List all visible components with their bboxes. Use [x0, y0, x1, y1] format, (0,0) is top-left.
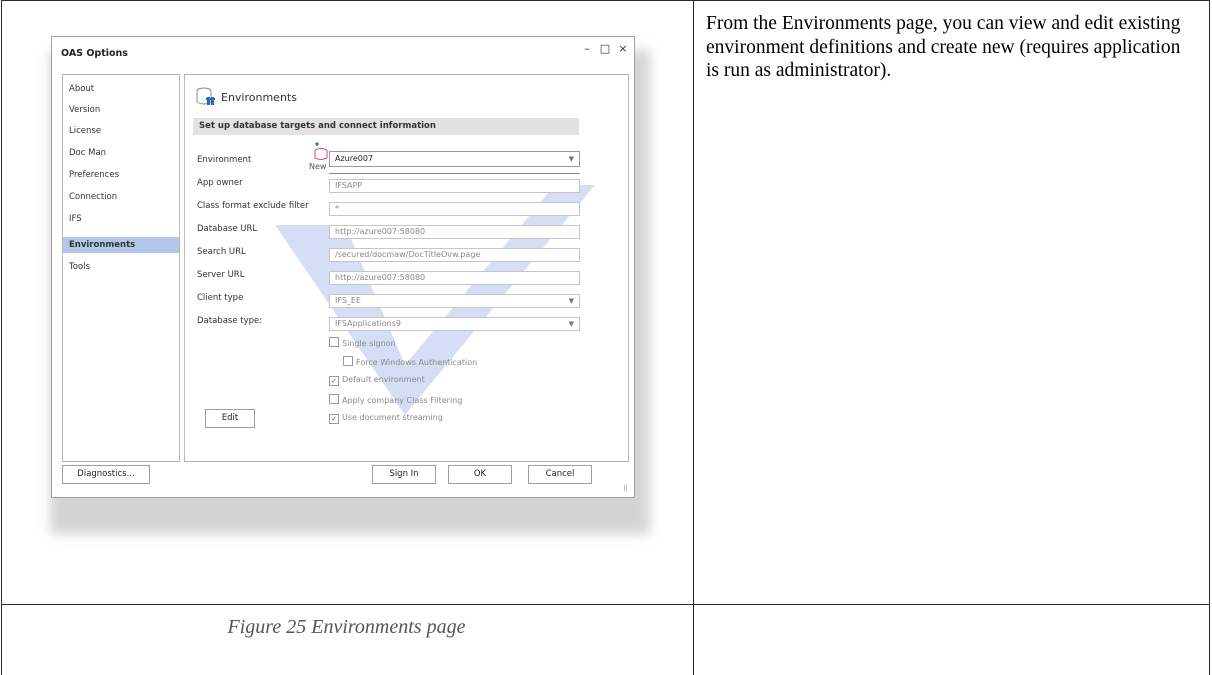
table-divider-horizontal — [1, 604, 1210, 605]
table-border-left — [1, 0, 2, 675]
nav-item-about[interactable]: About — [63, 81, 179, 97]
nav-item-environments[interactable]: Environments — [63, 237, 179, 253]
nav-item-version[interactable]: Version — [63, 102, 179, 118]
client-type-select[interactable]: IFS_EE ▼ — [329, 294, 580, 308]
single-signon-label: Single signon — [342, 339, 396, 348]
resize-grip-icon[interactable]: ⠿ — [623, 485, 628, 493]
checkbox-box — [329, 394, 339, 404]
description-text: From the Environments page, you can view… — [706, 13, 1181, 81]
apply-class-filtering-checkbox[interactable]: Apply company Class Filtering — [329, 394, 462, 405]
options-nav: About Version License Doc Man Preference… — [62, 74, 180, 462]
search-url-field[interactable]: /secured/docmaw/DocTitleOvw.page — [329, 248, 580, 262]
apply-class-filtering-label: Apply company Class Filtering — [342, 396, 463, 405]
database-type-label: Database type: — [197, 316, 263, 326]
database-url-field[interactable]: http://azure007:58080 — [329, 225, 580, 239]
sign-in-button[interactable]: Sign In — [372, 465, 436, 484]
close-button[interactable]: × — [616, 42, 630, 55]
checkbox-box — [329, 337, 339, 347]
force-windows-auth-label: Force Windows Authentication — [356, 358, 478, 367]
cancel-button[interactable]: Cancel — [528, 465, 592, 484]
checkbox-box — [343, 356, 353, 366]
search-url-label: Search URL — [197, 247, 246, 257]
new-environment-icon[interactable] — [311, 142, 329, 162]
dialog-screenshot: OAS Options – □ × About Version License … — [36, 36, 652, 536]
minimize-button[interactable]: – — [580, 42, 594, 55]
nav-item-preferences[interactable]: Preferences — [63, 167, 179, 183]
chevron-down-icon: ▼ — [568, 297, 574, 305]
table-border-top — [1, 0, 1210, 1]
panel-title: Environments — [221, 91, 297, 104]
environment-select-value: Azure007 — [335, 154, 374, 163]
database-type-select[interactable]: IFSApplications9 ▼ — [329, 317, 580, 331]
maximize-button[interactable]: □ — [598, 42, 612, 55]
database-settings-icon — [196, 87, 215, 105]
document-streaming-checkbox[interactable]: ✓ Use document streaming — [329, 413, 443, 424]
server-url-field[interactable]: http://azure007:58080 — [329, 271, 580, 285]
default-environment-label: Default environment — [342, 375, 425, 384]
chevron-down-icon: ▼ — [568, 155, 574, 163]
nav-item-tools[interactable]: Tools — [63, 259, 179, 275]
class-format-label: Class format exclude filter — [197, 201, 309, 211]
environment-underline — [329, 173, 580, 174]
edit-button[interactable]: Edit — [205, 409, 255, 428]
environments-panel: Environments Set up database targets and… — [184, 74, 629, 462]
nav-item-connection[interactable]: Connection — [63, 189, 179, 205]
app-owner-field[interactable]: IFSAPP — [329, 179, 580, 193]
new-label[interactable]: New — [309, 162, 326, 171]
default-environment-checkbox[interactable]: ✓ Default environment — [329, 375, 425, 386]
oas-options-dialog: OAS Options – □ × About Version License … — [51, 36, 635, 498]
environment-select[interactable]: Azure007 ▼ — [329, 151, 580, 167]
class-format-field[interactable]: * — [329, 202, 580, 216]
nav-item-doc-man[interactable]: Doc Man — [63, 145, 179, 161]
database-url-label: Database URL — [197, 224, 258, 234]
app-owner-label: App owner — [197, 178, 243, 188]
document-streaming-label: Use document streaming — [342, 413, 443, 422]
checkmark-icon: ✓ — [329, 414, 339, 424]
client-type-value: IFS_EE — [335, 296, 362, 305]
ok-button[interactable]: OK — [448, 465, 512, 484]
force-windows-auth-checkbox[interactable]: Force Windows Authentication — [343, 356, 477, 367]
nav-item-ifs[interactable]: IFS — [63, 211, 179, 227]
client-type-label: Client type — [197, 293, 244, 303]
chevron-down-icon: ▼ — [568, 320, 574, 328]
environment-label: Environment — [197, 155, 252, 165]
single-signon-checkbox[interactable]: Single signon — [329, 337, 396, 348]
server-url-label: Server URL — [197, 270, 245, 280]
checkmark-icon: ✓ — [329, 376, 339, 386]
panel-subheader: Set up database targets and connect info… — [193, 118, 579, 135]
nav-item-license[interactable]: License — [63, 123, 179, 139]
dialog-title: OAS Options — [61, 48, 128, 59]
figure-caption: Figure 25 Environments page — [227, 616, 466, 638]
table-border-right — [1209, 0, 1210, 675]
database-type-value: IFSApplications9 — [335, 319, 402, 328]
diagnostics-button[interactable]: Diagnostics... — [62, 465, 150, 484]
table-divider-vertical — [693, 0, 694, 675]
